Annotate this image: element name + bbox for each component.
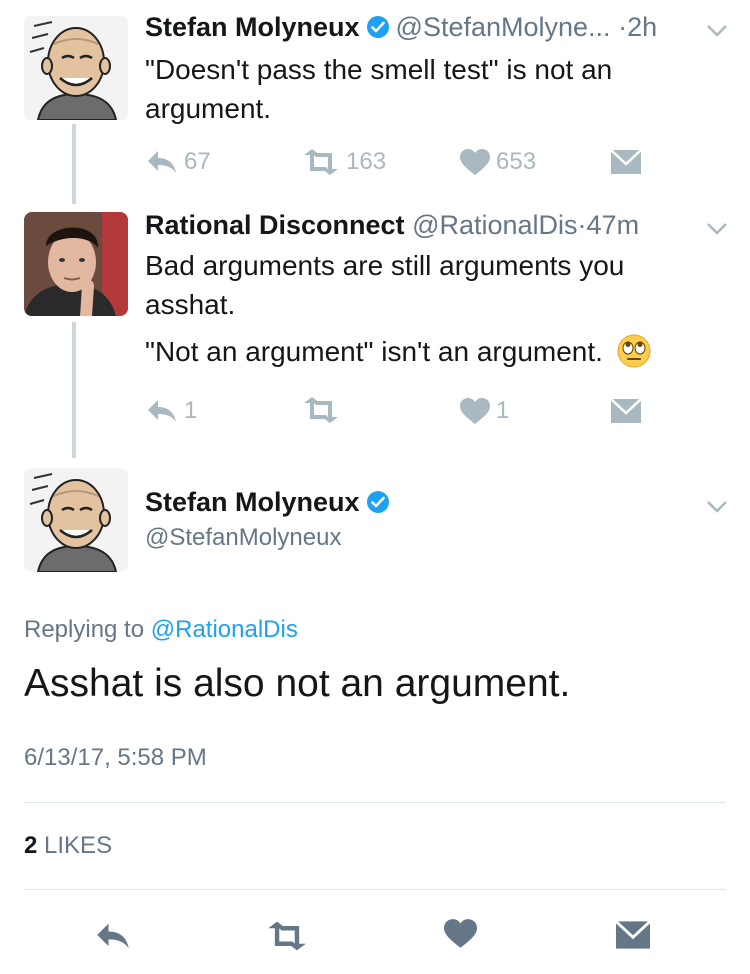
verified-badge-icon <box>366 16 389 38</box>
divider <box>24 802 726 803</box>
focused-tweet-name-row: Stefan Molyneux <box>145 487 396 518</box>
avatar-rational-disconnect[interactable] <box>24 212 128 316</box>
avatar-stefan-molyneux[interactable] <box>24 468 128 572</box>
display-name[interactable]: Stefan Molyneux <box>145 487 360 517</box>
retweet-button[interactable] <box>302 397 346 423</box>
chevron-down-icon[interactable] <box>706 24 728 38</box>
separator-dot: · <box>577 210 587 240</box>
tweet-text-line: "Not an argument" isn't an argument. <box>145 336 603 367</box>
tweet-text-line: Bad arguments are still arguments you <box>145 250 625 281</box>
like-button[interactable]: 1 <box>460 397 509 425</box>
like-button[interactable]: 653 <box>460 148 536 176</box>
tweet-text-line: "Doesn't pass the smell test" is not an <box>145 54 613 85</box>
focused-tweet-text: Asshat is also not an argument. <box>24 662 571 705</box>
cartoon-portrait-icon <box>24 468 128 572</box>
avatar-stefan-molyneux[interactable] <box>24 16 128 120</box>
verified-badge-icon <box>366 491 389 513</box>
heart-icon <box>444 919 477 948</box>
tweet-text-line: argument. <box>145 93 272 124</box>
separator-dot: · <box>618 12 628 42</box>
tweet-header: Rational Disconnect @RationalDis·47m <box>145 210 639 241</box>
like-count: 1 <box>496 397 510 424</box>
replying-to: Replying to @RationalDis <box>24 616 298 644</box>
user-handle[interactable]: @RationalDis <box>412 210 577 240</box>
user-handle[interactable]: @StefanMolyne... <box>396 12 611 42</box>
retweet-button[interactable]: 163 <box>302 148 386 176</box>
rolling-eyes-emoji-icon <box>617 334 651 368</box>
thread-connector-line <box>72 322 76 458</box>
reply-icon <box>148 400 176 422</box>
reply-count: 67 <box>184 148 211 175</box>
likes-count: 2 <box>24 832 38 859</box>
direct-message-button[interactable] <box>611 150 641 174</box>
tweet-time[interactable]: 2h <box>627 12 657 42</box>
tweet-text-paragraph: "Not an argument" isn't an argument. <box>145 332 651 371</box>
reply-icon <box>148 151 176 173</box>
tweet-text: "Doesn't pass the smell test" is not an … <box>145 50 612 128</box>
display-name[interactable]: Rational Disconnect <box>145 210 405 240</box>
chevron-down-icon[interactable] <box>706 500 728 514</box>
retweet-icon <box>304 397 338 423</box>
heart-icon <box>460 148 490 175</box>
user-handle[interactable]: @StefanMolyneux <box>145 524 341 552</box>
like-count: 653 <box>496 148 537 175</box>
envelope-icon <box>616 921 650 949</box>
direct-message-button[interactable] <box>616 921 650 949</box>
direct-message-button[interactable] <box>611 399 641 423</box>
reply-button[interactable]: 1 <box>146 397 197 425</box>
retweet-count: 163 <box>346 148 387 175</box>
tweet-text: Bad arguments are still arguments you as… <box>145 246 651 371</box>
thread-connector-line <box>72 124 76 204</box>
tweet-header: Stefan Molyneux @StefanMolyne... ·2h <box>145 12 657 43</box>
replying-to-label: Replying to <box>24 616 145 643</box>
profile-photo-icon <box>24 212 128 316</box>
reply-count: 1 <box>184 397 198 424</box>
chevron-down-icon[interactable] <box>706 222 728 236</box>
like-button[interactable] <box>444 919 477 949</box>
envelope-icon <box>611 399 641 423</box>
retweet-icon <box>268 921 306 951</box>
retweet-button[interactable] <box>266 921 308 951</box>
reply-icon <box>97 923 129 949</box>
envelope-icon <box>611 150 641 174</box>
divider <box>24 889 726 890</box>
reply-button[interactable] <box>95 921 131 951</box>
tweet-timestamp[interactable]: 6/13/17, 5:58 PM <box>24 744 207 772</box>
replying-to-link[interactable]: @RationalDis <box>151 616 298 643</box>
tweet-text-line: asshat. <box>145 289 236 320</box>
reply-button[interactable]: 67 <box>146 148 211 176</box>
display-name[interactable]: Stefan Molyneux <box>145 12 360 42</box>
likes-stat[interactable]: 2 LIKES <box>24 832 112 860</box>
heart-icon <box>460 397 490 424</box>
tweet-time[interactable]: 47m <box>587 210 640 240</box>
cartoon-portrait-icon <box>24 16 128 120</box>
retweet-icon <box>304 149 338 175</box>
likes-label: LIKES <box>44 832 113 859</box>
